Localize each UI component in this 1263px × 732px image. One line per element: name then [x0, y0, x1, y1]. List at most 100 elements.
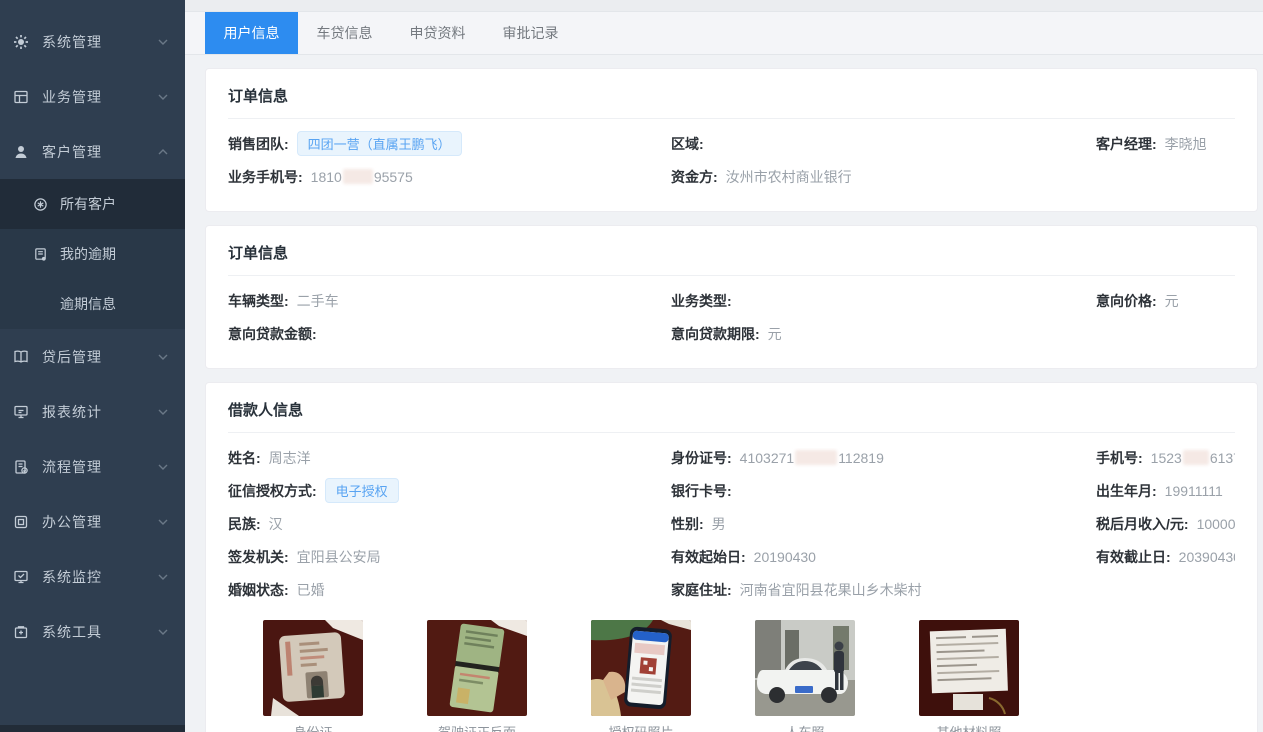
field-label: 客户经理: [1096, 134, 1165, 154]
field-credit-auth-method: 征信授权方式 电子授权: [228, 478, 671, 503]
field-label: 婚姻状态: [228, 580, 297, 600]
field-birth-date: 出生年月 19911111: [1096, 481, 1235, 501]
user-icon: [13, 144, 29, 160]
field-vehicle-type: 车辆类型 二手车: [228, 291, 671, 311]
sidebar-item-system-management[interactable]: 系统管理: [0, 14, 185, 69]
field-label: 民族: [228, 514, 269, 534]
sidebar: 系统管理 业务管理 客户管理 所有客户 我的逾期 逾期信息: [0, 0, 185, 732]
card-title: 订单信息: [228, 242, 1235, 276]
paper-form-photo-thumbnail[interactable]: [919, 620, 1019, 716]
license-booklet-photo-thumbnail[interactable]: [427, 620, 527, 716]
sidebar-footer-bar: [0, 725, 185, 732]
field-value: 181095575: [311, 169, 413, 185]
field-label: 业务类型: [671, 291, 740, 311]
grid-icon: [13, 89, 29, 105]
photo-caption: 授权码照片: [591, 725, 691, 732]
field-label: 意向贷款金额: [228, 324, 325, 344]
field-label: 有效截止日: [1096, 547, 1179, 567]
sidebar-item-my-overdue[interactable]: 我的逾期: [0, 229, 185, 279]
sidebar-submenu-customer: 所有客户 我的逾期 逾期信息: [0, 179, 185, 329]
chevron-down-icon: [157, 351, 169, 363]
sidebar-item-label: 办公管理: [42, 512, 157, 532]
tab-label: 用户信息: [224, 23, 280, 43]
chevron-up-icon: [157, 146, 169, 158]
field-valid-to: 有效截止日 20390430: [1096, 547, 1235, 567]
sidebar-item-system-monitor[interactable]: 系统监控: [0, 549, 185, 604]
photo-paper-form: 其他材料照: [919, 620, 1019, 732]
sidebar-item-customer-management[interactable]: 客户管理: [0, 124, 185, 179]
photo-license-booklet: 驾驶证正反面: [427, 620, 527, 732]
chevron-down-icon: [157, 626, 169, 638]
field-region: 区域: [671, 134, 1096, 154]
field-label: 有效起始日: [671, 547, 754, 567]
tab-label: 审批记录: [503, 23, 559, 43]
field-label: 销售团队: [228, 134, 297, 154]
tab-approval-records[interactable]: 审批记录: [484, 12, 577, 54]
tab-panel-user-info: 订单信息 销售团队 四团一营（直属王鹏飞） 区域 客户经理 李晓旭: [185, 56, 1263, 732]
id-card-photo-thumbnail[interactable]: [263, 620, 363, 716]
order-info-card-2: 订单信息 车辆类型 二手车 业务类型 意向价格 元: [205, 225, 1258, 369]
sales-team-tag[interactable]: 四团一营（直属王鹏飞）: [297, 131, 462, 156]
sidebar-item-label: 客户管理: [42, 142, 157, 162]
sidebar-item-label: 业务管理: [42, 87, 157, 107]
field-monthly-income: 税后月收入/元 10000: [1096, 514, 1235, 534]
field-value: 20390430: [1179, 549, 1235, 565]
field-value: 4103271112819: [740, 450, 884, 466]
field-intent-loan-term: 意向贷款期限 元: [671, 324, 1096, 344]
field-label: 银行卡号: [671, 481, 740, 501]
tab-label: 车贷信息: [317, 23, 373, 43]
photo-id-card: 身份证: [263, 620, 363, 732]
field-value: 元: [768, 324, 782, 344]
field-gender: 性别 男: [671, 514, 1096, 534]
monitor-check-icon: [13, 569, 29, 585]
photo-caption: 身份证: [263, 725, 363, 732]
sidebar-item-process-management[interactable]: 流程管理: [0, 439, 185, 494]
sidebar-item-business-management[interactable]: 业务管理: [0, 69, 185, 124]
sidebar-item-report-statistics[interactable]: 报表统计: [0, 384, 185, 439]
field-value: 河南省宜阳县花果山乡木柴村: [740, 580, 922, 600]
sidebar-item-label: 所有客户: [60, 194, 116, 214]
field-business-type: 业务类型: [671, 291, 1096, 311]
sidebar-item-office-management[interactable]: 办公管理: [0, 494, 185, 549]
field-label: 签发机关: [228, 547, 297, 567]
sidebar-item-label: 系统管理: [42, 32, 157, 52]
order-info-card-1: 订单信息 销售团队 四团一营（直属王鹏飞） 区域 客户经理 李晓旭: [205, 68, 1258, 212]
sidebar-item-system-tools[interactable]: 系统工具: [0, 604, 185, 659]
workflow-icon: [13, 459, 29, 475]
tab-loan-application-docs[interactable]: 申贷资料: [391, 12, 484, 54]
field-intent-price: 意向价格 元: [1096, 291, 1235, 311]
sidebar-item-all-customers[interactable]: 所有客户: [0, 179, 185, 229]
field-label: 意向贷款期限: [671, 324, 768, 344]
toolbox-icon: [13, 624, 29, 640]
sidebar-item-overdue-info[interactable]: 逾期信息: [0, 279, 185, 329]
field-value: 元: [1165, 291, 1179, 311]
overdue-icon: [33, 247, 48, 262]
field-label: 区域: [671, 134, 712, 154]
auth-qr-photo-thumbnail[interactable]: [591, 620, 691, 716]
field-value: 汝州市农村商业银行: [726, 167, 852, 187]
person-car-photo-thumbnail[interactable]: [755, 620, 855, 716]
office-icon: [13, 514, 29, 530]
sidebar-item-label: 流程管理: [42, 457, 157, 477]
tab-car-loan-info[interactable]: 车贷信息: [298, 12, 391, 54]
field-business-phone: 业务手机号 181095575: [228, 167, 671, 187]
field-id-number: 身份证号 4103271112819: [671, 448, 1096, 468]
open-book-icon: [13, 349, 29, 365]
redaction-blur: [795, 450, 837, 465]
tab-label: 申贷资料: [410, 23, 466, 43]
field-intent-loan-amount: 意向贷款金额: [228, 324, 671, 344]
sidebar-item-postloan-management[interactable]: 贷后管理: [0, 329, 185, 384]
field-value: 15236137: [1151, 450, 1235, 466]
main-content: 用户信息 车贷信息 申贷资料 审批记录 订单信息 销售团队 四团一营（直属王鹏飞…: [185, 0, 1263, 732]
tab-user-info[interactable]: 用户信息: [205, 12, 298, 54]
redaction-blur: [343, 169, 373, 184]
credit-auth-tag[interactable]: 电子授权: [325, 478, 399, 503]
document-photos: 身份证: [228, 606, 1235, 732]
top-strip: [185, 0, 1263, 12]
field-label: 税后月收入/元: [1096, 514, 1197, 534]
field-label: 征信授权方式: [228, 481, 325, 501]
field-home-address: 家庭住址 河南省宜阳县花果山乡木柴村: [671, 580, 1096, 600]
field-label: 性别: [671, 514, 712, 534]
gear-icon: [13, 34, 29, 50]
sidebar-item-label: 系统工具: [42, 622, 157, 642]
